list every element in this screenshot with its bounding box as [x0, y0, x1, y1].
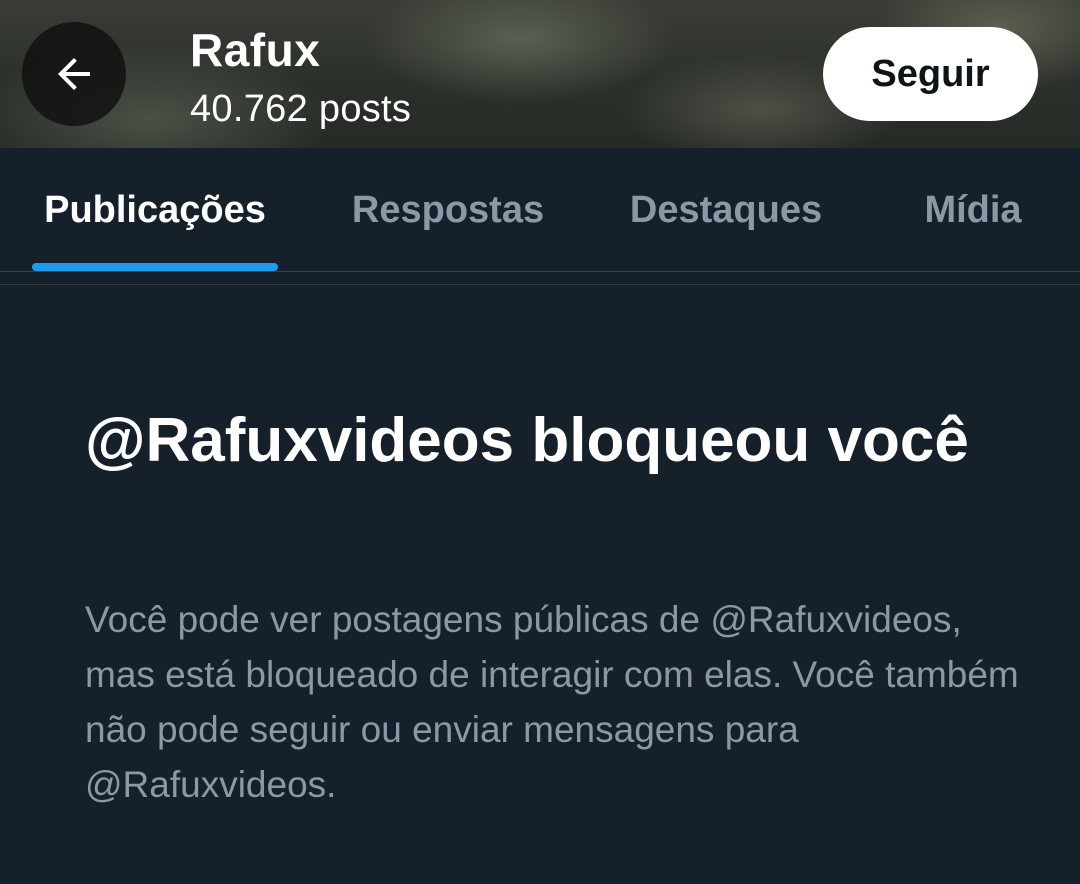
content-divider: [0, 284, 1080, 285]
tabs-divider: [0, 271, 1080, 272]
back-button[interactable]: [22, 22, 126, 126]
profile-name: Rafux: [190, 24, 321, 76]
blocked-description: Você pode ver postagens públicas de @Raf…: [85, 599, 1019, 805]
active-tab-indicator: [32, 263, 278, 271]
profile-header-banner: Rafux 40.762 posts Seguir: [0, 0, 1080, 148]
profile-title-block: Rafux 40.762 posts: [190, 22, 411, 132]
profile-tabs: Publicações Respostas Destaques Mídia: [0, 148, 1080, 272]
follow-button[interactable]: Seguir: [823, 27, 1038, 121]
tab-respostas[interactable]: Respostas: [340, 148, 556, 272]
blocked-title: @Rafuxvideos bloqueou você: [85, 406, 969, 475]
arrow-left-icon: [58, 58, 90, 90]
tab-midia[interactable]: Mídia: [906, 148, 1040, 272]
tab-publicacoes[interactable]: Publicações: [32, 148, 278, 272]
tab-destaques[interactable]: Destaques: [612, 148, 840, 272]
posts-count: 40.762 posts: [190, 88, 412, 130]
